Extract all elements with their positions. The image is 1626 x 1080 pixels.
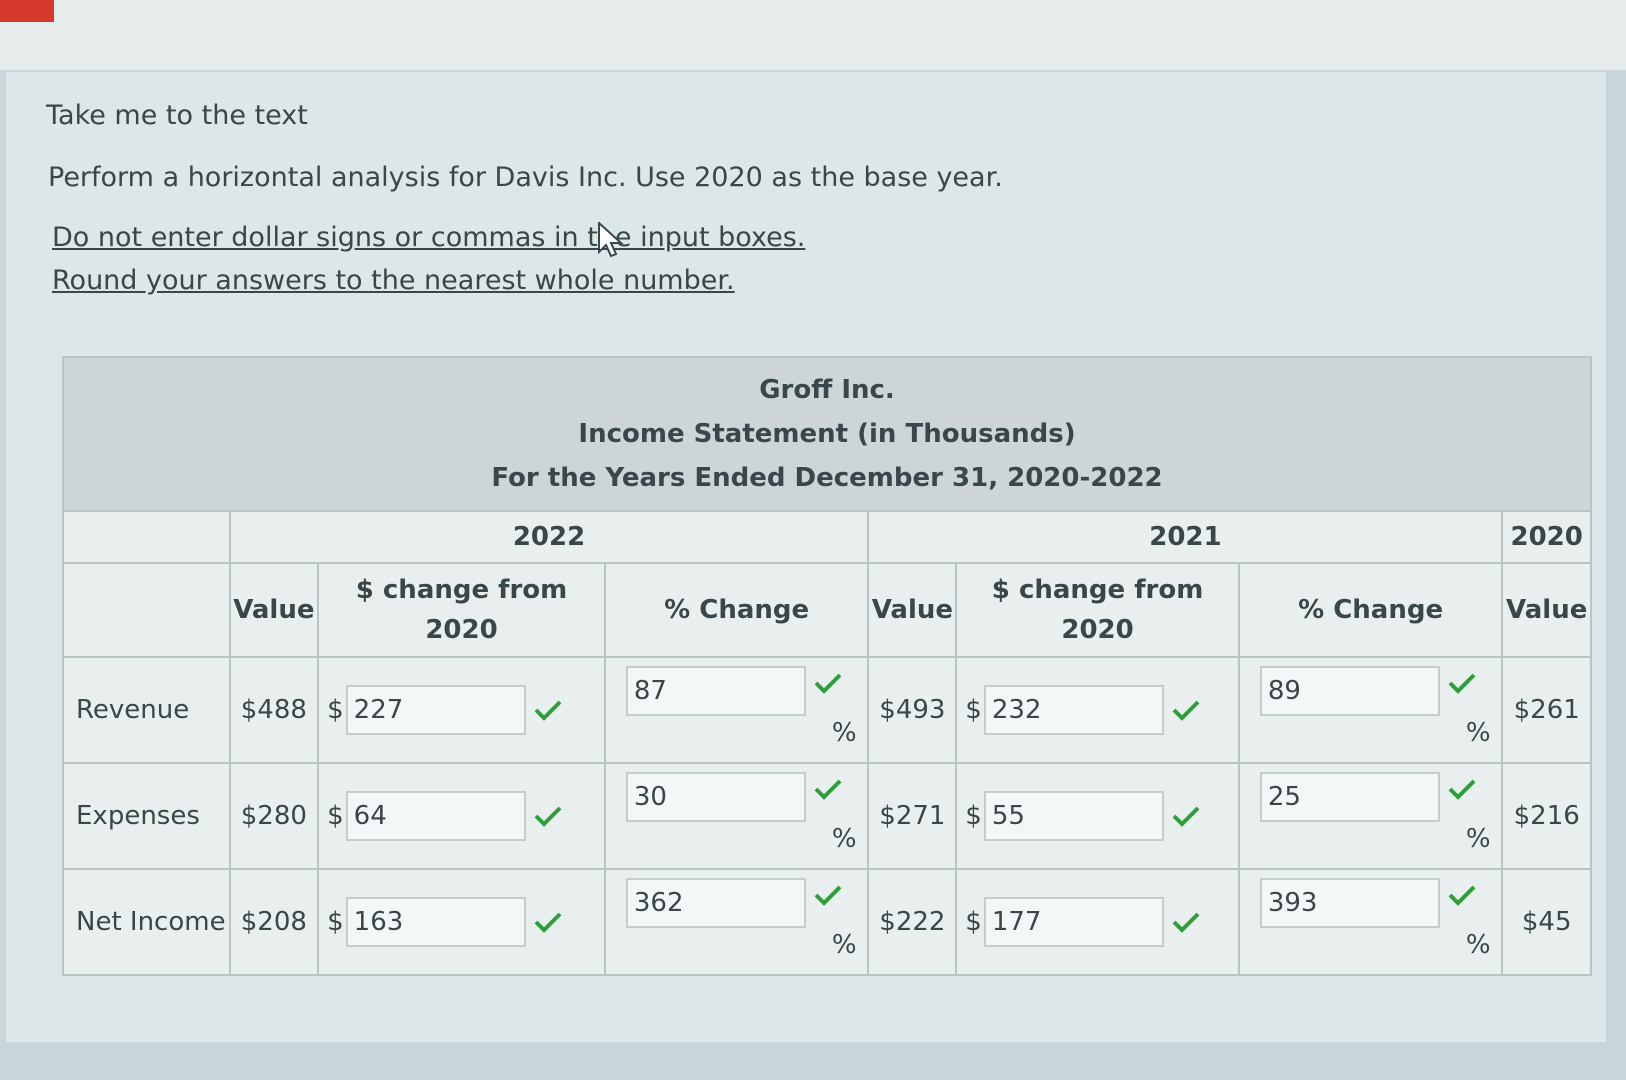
value-2022: $280 [228,762,320,870]
value-2022: $488 [228,656,320,764]
pct-change-2022-cell: % [603,656,870,764]
checkmark-icon [1172,912,1200,933]
percent-sign: % [831,718,857,748]
pct-change-2022-cell: % [603,868,870,976]
dollar-change-2021-input[interactable] [983,791,1164,841]
dollar-change-2021-input[interactable] [983,897,1164,947]
value-2020: $45 [1501,868,1592,976]
checkmark-icon [1448,885,1476,906]
dollar-change-2022-input[interactable] [345,791,526,841]
dollar-change-2021-header: $ change from 2020 [955,562,1240,658]
statement-header: Groff Inc. Income Statement (in Thousand… [62,356,1592,512]
dollar-change-2022-cell: $ [317,656,606,764]
table-row: Expenses $280 $ % $271 $ [62,762,1592,870]
dollar-change-2022-cell: $ [317,762,606,870]
value-2021: $271 [867,762,958,870]
take-me-to-text-link[interactable]: Take me to the text [46,100,308,131]
checkmark-icon [1448,779,1476,800]
percent-sign: % [1465,824,1491,854]
value-2022-header: Value [228,562,320,658]
dollar-change-2021-cell: $ [955,762,1240,870]
pct-change-2021-header: % Change [1237,562,1504,658]
value-2021: $222 [867,868,958,976]
dollar-change-2022-input[interactable] [345,897,526,947]
value-2022: $208 [228,868,320,976]
dollar-change-2022-header: $ change from 2020 [317,562,606,658]
row-label: Revenue [62,656,231,764]
pct-change-2022-input[interactable] [625,878,806,928]
pct-change-2021-cell: % [1237,762,1504,870]
table-row: Revenue $488 $ % $493 $ [62,656,1592,764]
percent-sign: % [1465,930,1491,960]
checkmark-icon [534,912,562,933]
year-2021-header: 2021 [867,510,1504,564]
pct-change-2021-input[interactable] [1259,878,1440,928]
dollar-change-2021-cell: $ [955,656,1240,764]
dollar-change-2021-input[interactable] [983,685,1164,735]
table-row: Net Income $208 $ % $222 $ [62,868,1592,976]
browser-top-bar [0,0,1626,70]
dollar-sign: $ [965,907,982,937]
value-2020-header: Value [1501,562,1592,658]
year-2020-header: 2020 [1501,510,1592,564]
dollar-sign: $ [965,695,982,725]
income-statement-table: Groff Inc. Income Statement (in Thousand… [62,356,1592,976]
dollar-sign: $ [965,801,982,831]
dollar-sign: $ [327,801,344,831]
note-rounding: Round your answers to the nearest whole … [52,265,735,296]
value-2021: $493 [867,656,958,764]
empty-year-cell [62,510,231,564]
percent-sign: % [1465,718,1491,748]
year-2022-header: 2022 [228,510,870,564]
dollar-change-2022-input[interactable] [345,685,526,735]
pct-change-2021-input[interactable] [1259,772,1440,822]
dollar-sign: $ [327,907,344,937]
checkmark-icon [814,673,842,694]
dollar-sign: $ [327,695,344,725]
checkmark-icon [814,779,842,800]
checkmark-icon [1172,806,1200,827]
question-panel: Take me to the text Perform a horizontal… [6,72,1606,1042]
statement-period: For the Years Ended December 31, 2020-20… [491,463,1163,493]
row-label: Expenses [62,762,231,870]
checkmark-icon [1172,700,1200,721]
checkmark-icon [534,700,562,721]
statement-title: Income Statement (in Thousands) [578,419,1076,449]
note-no-dollar-signs: Do not enter dollar signs or commas in t… [52,222,806,253]
pct-change-2022-cell: % [603,762,870,870]
task-instruction: Perform a horizontal analysis for Davis … [48,162,1003,193]
percent-sign: % [831,930,857,960]
checkmark-icon [1448,673,1476,694]
checkmark-icon [534,806,562,827]
dollar-change-2021-cell: $ [955,868,1240,976]
value-2021-header: Value [867,562,958,658]
pct-change-2021-cell: % [1237,656,1504,764]
dollar-change-2022-cell: $ [317,868,606,976]
pct-change-2022-header: % Change [603,562,870,658]
empty-column-header [62,562,231,658]
pct-change-2022-input[interactable] [625,666,806,716]
row-label: Net Income [62,868,231,976]
company-name: Groff Inc. [759,375,895,405]
percent-sign: % [831,824,857,854]
checkmark-icon [814,885,842,906]
pct-change-2022-input[interactable] [625,772,806,822]
pct-change-2021-cell: % [1237,868,1504,976]
pct-change-2021-input[interactable] [1259,666,1440,716]
red-tab-marker [0,0,54,22]
mouse-pointer-icon [598,222,624,258]
value-2020: $261 [1501,656,1592,764]
value-2020: $216 [1501,762,1592,870]
